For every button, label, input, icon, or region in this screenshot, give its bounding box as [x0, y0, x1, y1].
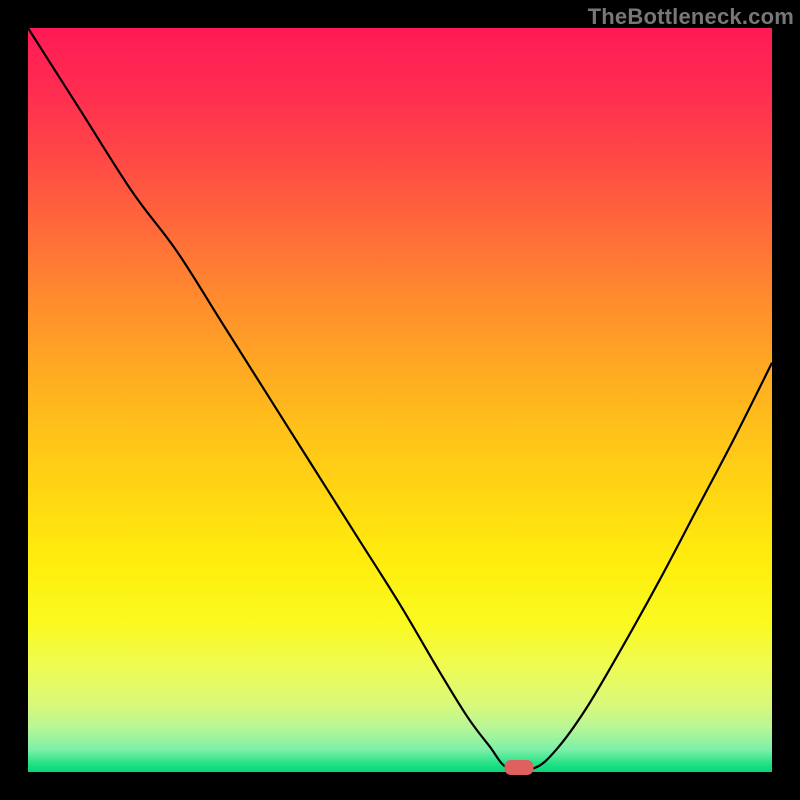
watermark-text: TheBottleneck.com [588, 4, 794, 30]
bottleneck-curve [28, 28, 772, 771]
optimal-point-marker [505, 761, 533, 775]
curve-layer [28, 28, 772, 772]
bottleneck-chart [28, 28, 772, 772]
